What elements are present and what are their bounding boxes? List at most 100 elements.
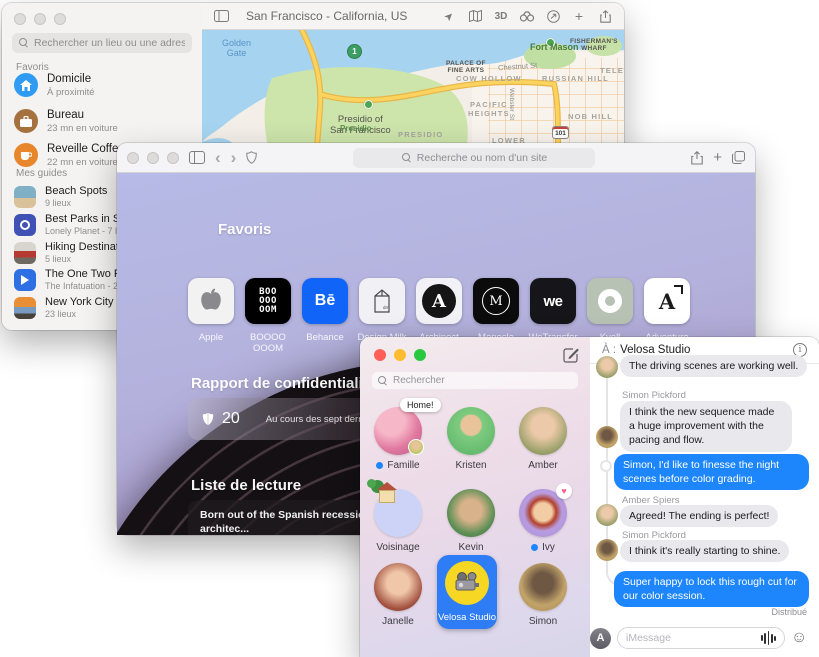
- route-101-shield: 101: [552, 126, 569, 139]
- address-input[interactable]: [417, 152, 547, 164]
- minimize-button[interactable]: [34, 13, 46, 25]
- guide-beach-spots[interactable]: Beach Spots 9 lieux: [14, 185, 107, 208]
- close-button[interactable]: [127, 152, 139, 164]
- close-button[interactable]: [14, 13, 26, 25]
- contact-name[interactable]: Simon: [508, 616, 578, 627]
- contact-avatar-amber[interactable]: [519, 407, 567, 455]
- memoji-badge: [408, 439, 424, 455]
- minimize-button[interactable]: [394, 349, 406, 361]
- contact-avatar-voisinage[interactable]: [374, 489, 422, 537]
- sidebar-toggle-icon[interactable]: [212, 10, 230, 22]
- share-icon[interactable]: [596, 10, 614, 23]
- map-label-golden-gate: Golden Gate: [222, 38, 251, 59]
- zoom-button[interactable]: [167, 152, 179, 164]
- tab-overview-icon[interactable]: [732, 151, 745, 164]
- favorite-tile-boooooom[interactable]: BOO OOO OOM: [245, 278, 291, 324]
- guide-detail: 9 lieux: [45, 198, 107, 208]
- guide-new-york[interactable]: New York City 23 lieux: [14, 296, 113, 319]
- compose-icon[interactable]: [563, 347, 579, 363]
- app-store-icon[interactable]: A: [590, 628, 611, 649]
- sidebar-toggle-icon[interactable]: [189, 151, 205, 164]
- contact-avatar-simon[interactable]: [519, 563, 567, 611]
- favorite-tile-wetransfer[interactable]: we: [530, 278, 576, 324]
- minimize-button[interactable]: [147, 152, 159, 164]
- search-icon: [19, 38, 29, 48]
- message-bubble[interactable]: I think the new sequence made a huge imp…: [620, 401, 792, 452]
- emoji-picker-icon[interactable]: ☺: [791, 630, 807, 646]
- archinect-icon: A: [422, 284, 456, 318]
- favorite-tile-apple[interactable]: [188, 278, 234, 324]
- address-bar[interactable]: [353, 148, 595, 168]
- share-icon[interactable]: [691, 151, 703, 165]
- contact-avatar-janelle[interactable]: [374, 563, 422, 611]
- back-button[interactable]: ‹: [215, 149, 221, 166]
- park-poi-icon[interactable]: [364, 100, 373, 109]
- contact-name[interactable]: Kristen: [436, 460, 506, 471]
- contact-avatar-kevin[interactable]: [447, 489, 495, 537]
- map-label-presidio-golf: Presidio: [340, 124, 372, 133]
- close-button[interactable]: [374, 349, 386, 361]
- maps-search-input[interactable]: [34, 37, 185, 49]
- lookaround-icon[interactable]: [518, 11, 536, 22]
- guide-thumbnail: [14, 297, 36, 319]
- favorite-tile-behance[interactable]: Bē: [302, 278, 348, 324]
- favorite-tile-kvell[interactable]: [587, 278, 633, 324]
- directions-icon[interactable]: [544, 10, 562, 23]
- add-pin-icon[interactable]: +: [570, 8, 588, 24]
- zoom-button[interactable]: [54, 13, 66, 25]
- wetransfer-icon: we: [543, 293, 562, 310]
- briefcase-icon: [14, 109, 38, 133]
- contact-name[interactable]: Voisinage: [363, 542, 433, 553]
- boooooom-icon: BOO OOO OOM: [259, 288, 277, 315]
- heart-badge-icon: ♥: [556, 483, 572, 499]
- maps-search-field[interactable]: [12, 33, 192, 53]
- contact-velosa-studio-selected[interactable]: Velosa Studio: [437, 555, 497, 629]
- favorite-label: Behance: [296, 332, 354, 343]
- reply-thread-ring: [600, 460, 612, 472]
- home-status-badge: Home!: [400, 398, 441, 412]
- favorite-work[interactable]: Bureau 23 mn en voiture: [14, 109, 118, 134]
- window-controls[interactable]: [14, 13, 66, 25]
- privacy-shield-icon[interactable]: [246, 151, 257, 164]
- contact-name[interactable]: Amber: [508, 460, 578, 471]
- guide-name: Beach Spots: [45, 185, 107, 198]
- favorite-tile-monocle[interactable]: M: [473, 278, 519, 324]
- zoom-button[interactable]: [414, 349, 426, 361]
- message-bubble[interactable]: The driving scenes are working well.: [620, 355, 807, 377]
- imessage-input[interactable]: [626, 632, 761, 644]
- monocle-icon: M: [482, 287, 510, 315]
- behance-icon: Bē: [315, 292, 335, 310]
- privacy-report-heading: Rapport de confidentialité: [191, 375, 376, 392]
- contact-name[interactable]: Kevin: [436, 542, 506, 553]
- favorite-tile-archinect[interactable]: A: [416, 278, 462, 324]
- home-icon: [14, 73, 38, 97]
- favorite-home[interactable]: Domicile À proximité: [14, 73, 95, 98]
- message-bubble[interactable]: Agreed! The ending is perfect!: [620, 505, 778, 527]
- imessage-field[interactable]: [617, 627, 785, 649]
- message-bubble-sent[interactable]: Simon, I'd like to finesse the night sce…: [614, 454, 809, 490]
- privacy-note: Au cours des sept derni: [266, 414, 366, 425]
- window-controls[interactable]: [127, 152, 179, 164]
- search-icon: [402, 153, 412, 163]
- message-bubble-sent[interactable]: Super happy to lock this rough cut for o…: [614, 571, 809, 607]
- new-tab-icon[interactable]: +: [713, 149, 722, 166]
- audio-waveform-icon[interactable]: [761, 631, 776, 645]
- favorite-label: BOOOO OOOM: [239, 332, 297, 355]
- contact-name[interactable]: Ivy: [508, 542, 578, 553]
- design-milk-icon: dm: [369, 287, 395, 315]
- 3d-mode-icon[interactable]: 3D: [492, 11, 510, 22]
- messages-search-field[interactable]: [372, 372, 578, 389]
- kvell-icon: [598, 289, 622, 313]
- contact-name[interactable]: Janelle: [363, 616, 433, 627]
- contact-avatar-kristen[interactable]: [447, 407, 495, 455]
- messages-search-input[interactable]: [393, 375, 572, 386]
- favorite-tile-adventure[interactable]: A: [644, 278, 690, 324]
- map-mode-icon[interactable]: [466, 10, 484, 22]
- window-controls[interactable]: [374, 349, 426, 361]
- sender-name: Simon Pickford: [622, 390, 686, 401]
- forward-button[interactable]: ›: [231, 149, 237, 166]
- favorite-tile-design-milk[interactable]: dm: [359, 278, 405, 324]
- contact-name[interactable]: Famille: [363, 460, 433, 471]
- message-bubble[interactable]: I think it's really starting to shine.: [620, 540, 789, 562]
- current-location-icon[interactable]: ➤: [438, 5, 460, 27]
